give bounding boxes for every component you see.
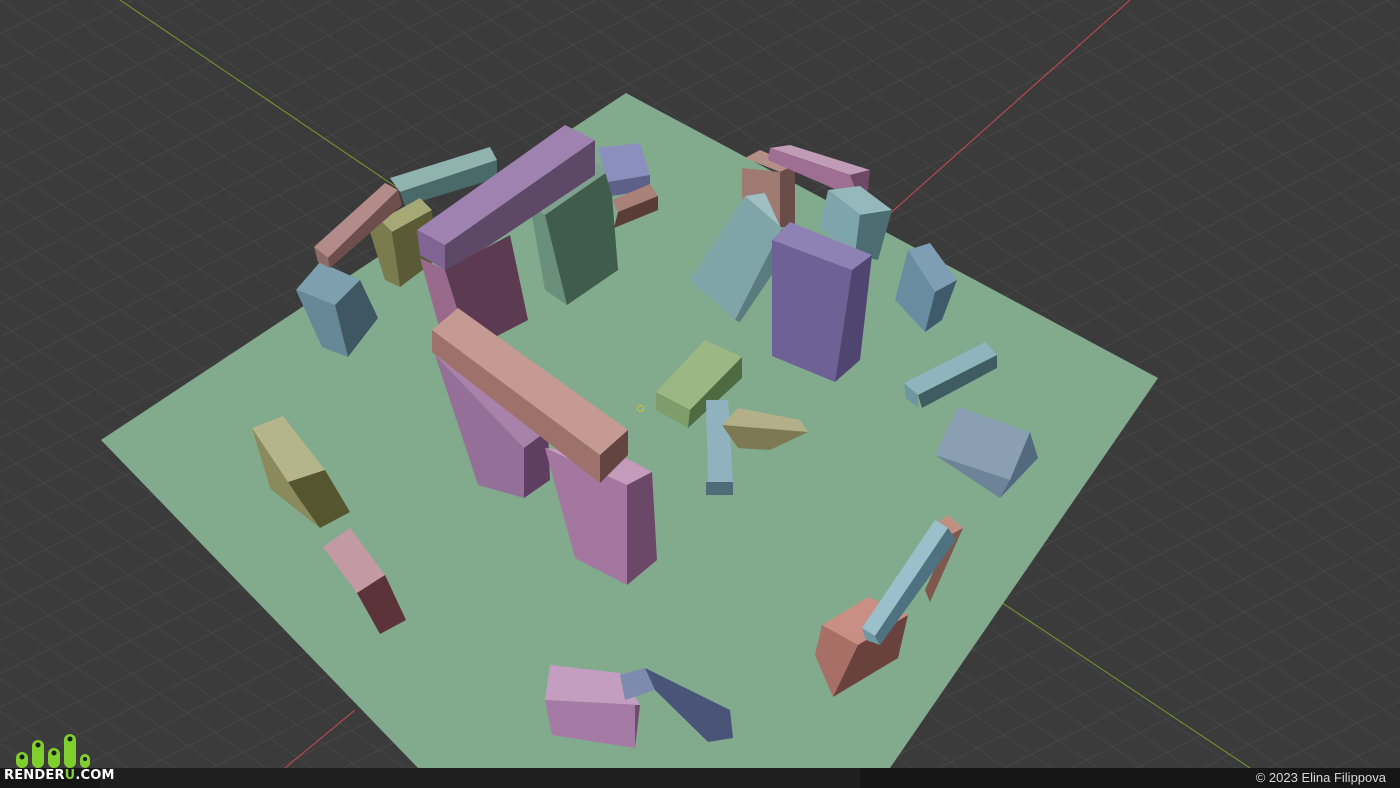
3d-viewport[interactable]: [0, 0, 1400, 768]
viewport-canvas: [0, 0, 1400, 768]
logo-suffix: .COM: [75, 768, 115, 783]
logo-wordmark: RENDERU.COM: [4, 768, 115, 783]
logo-prefix: RENDER: [4, 768, 65, 783]
renderu-logo[interactable]: RENDERU.COM: [0, 730, 115, 788]
footer-band: [100, 768, 860, 788]
3d-cursor-icon[interactable]: [637, 405, 644, 412]
logo-u: U: [64, 768, 76, 783]
copyright-credit: © 2023 Elina Filippova: [1255, 770, 1386, 785]
footer-bar: © 2023 Elina Filippova: [0, 768, 1400, 788]
renderu-logo-icon: [16, 734, 90, 768]
